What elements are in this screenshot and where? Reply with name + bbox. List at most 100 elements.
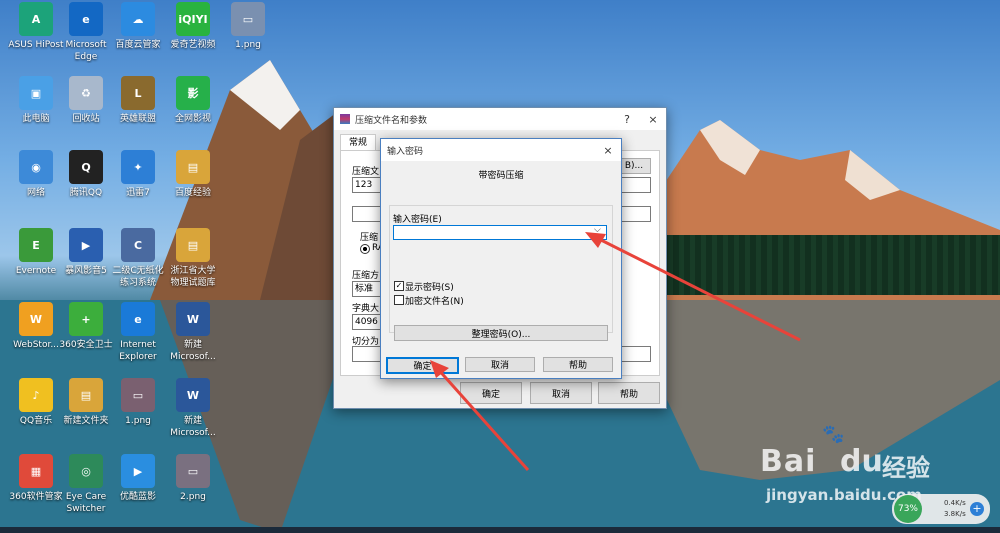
desktop-icon[interactable]: ▦ 360软件管家 (8, 454, 64, 503)
desktop-icon[interactable]: ▤ 新建文件夹 (58, 378, 114, 427)
app-icon: ▣ (19, 76, 53, 110)
encrypt-names-checkbox[interactable] (394, 295, 404, 305)
desktop-icon-label: 2.png (180, 492, 206, 502)
desktop-icon[interactable]: ◉ 网络 (8, 150, 64, 199)
desktop-icon-label: 腾讯QQ (69, 188, 103, 198)
app-icon: ▤ (69, 378, 103, 412)
watermark-brand2: du (840, 444, 883, 479)
close-icon[interactable]: × (595, 144, 621, 157)
desktop-icon-label: 此电脑 (22, 114, 50, 124)
desktop-icon[interactable]: ◎ Eye Care Switcher (58, 454, 114, 515)
desktop-icon-label: 优酷蓝影 (119, 492, 156, 502)
password-dialog-title: 输入密码 (387, 146, 424, 157)
desktop-icon[interactable]: W 新建 Microsof... (165, 302, 221, 363)
archive-ok-button[interactable]: 确定 (460, 382, 522, 404)
desktop-icon-label: 网络 (26, 188, 45, 198)
help-icon[interactable]: ? (614, 113, 640, 126)
app-icon: ▤ (176, 150, 210, 184)
password-dialog-titlebar[interactable]: 输入密码 × (381, 139, 621, 161)
app-icon: ▦ (19, 454, 53, 488)
password-input[interactable] (393, 225, 607, 240)
archive-help-button[interactable]: 帮助 (598, 382, 660, 404)
app-icon: ☁ (121, 2, 155, 36)
desktop-icon-label: Microsoft (65, 40, 107, 50)
desktop-icon-label: Internet (120, 340, 156, 350)
desktop-icon-label: 爱奇艺视频 (170, 40, 216, 50)
password-ok-button[interactable]: 确定 (386, 357, 459, 374)
desktop-icon-label: 1.png (235, 40, 261, 50)
desktop-icon-label-line2: Switcher (66, 504, 106, 514)
plus-icon[interactable]: + (970, 502, 984, 516)
tab-general[interactable]: 常规 (340, 134, 376, 151)
app-icon: ✦ (121, 150, 155, 184)
forest-strip (640, 235, 1000, 295)
chevron-down-icon[interactable]: ⌵ (594, 225, 601, 235)
desktop-icon[interactable]: A ASUS HiPost (8, 2, 64, 51)
desktop-icon-label-line2: Explorer (119, 352, 157, 362)
app-icon: e (69, 2, 103, 36)
desktop-icon[interactable]: +360安全卫士 (58, 302, 114, 351)
desktop-icon[interactable]: ▭ 1.png (220, 2, 276, 51)
app-icon: ▤ (176, 228, 210, 262)
app-icon: ▭ (176, 454, 210, 488)
method-label: 压缩方 (352, 271, 380, 281)
desktop-icon[interactable]: iQIYI 爱奇艺视频 (165, 2, 221, 51)
password-cancel-button[interactable]: 取消 (465, 357, 535, 372)
app-icon: iQIYI (176, 2, 210, 36)
archive-params-title: 压缩文件名和参数 (355, 115, 428, 126)
app-icon: ▶ (121, 454, 155, 488)
desktop-icon[interactable]: e Microsoft Edge (58, 2, 114, 63)
desktop-icon[interactable]: 影全网影视 (165, 76, 221, 125)
desktop-icon[interactable]: ♪ QQ音乐 (8, 378, 64, 427)
desktop-icon[interactable]: ▭ 2.png (165, 454, 221, 503)
desktop-icon[interactable]: ▤ 百度经验 (165, 150, 221, 199)
close-icon[interactable]: × (640, 113, 666, 126)
desktop-icon[interactable]: ☁ 百度云管家 (110, 2, 166, 51)
archive-name-label: 压缩文 (352, 167, 380, 177)
desktop-icon[interactable]: ▣ 此电脑 (8, 76, 64, 125)
desktop-icon[interactable]: ▶ 暴风影音5 (58, 228, 114, 277)
password-help-button[interactable]: 帮助 (543, 357, 613, 372)
desktop-icon-label: QQ音乐 (19, 416, 53, 426)
browse-button[interactable]: B)... (617, 158, 651, 174)
desktop-icon[interactable]: ▶ 优酷蓝影 (110, 454, 166, 503)
cpu-percent: 73% (894, 495, 922, 523)
desktop-icon[interactable]: ✦ 迅雷7 (110, 150, 166, 199)
desktop-icon[interactable]: e Internet Explorer (110, 302, 166, 363)
app-icon: W (176, 378, 210, 412)
show-password-checkbox[interactable]: ✓ (394, 281, 404, 291)
desktop-icon-label: 百度经验 (174, 188, 211, 198)
format-radio[interactable] (360, 244, 370, 254)
password-heading: 带密码压缩 (478, 171, 524, 181)
desktop-icon-label: 二级C无纸化 (112, 266, 164, 276)
network-widget[interactable]: 73% 0.4K/s 3.8K/s + (892, 494, 990, 524)
desktop-icon-label: 新建文件夹 (63, 416, 109, 426)
archive-params-titlebar[interactable]: 压缩文件名和参数 ? × (334, 108, 666, 130)
desktop-icon[interactable]: ▭ 1.png (110, 378, 166, 427)
app-icon: ♻ (69, 76, 103, 110)
desktop-icon[interactable]: ▤ 浙江省大学 物理试题库 (165, 228, 221, 289)
desktop-icon[interactable]: C 二级C无纸化 练习系统 (110, 228, 166, 289)
app-icon: W (19, 302, 53, 336)
app-icon: W (176, 302, 210, 336)
desktop-icon[interactable]: W 新建 Microsof... (165, 378, 221, 439)
desktop-icon-label: 迅雷7 (126, 188, 150, 198)
desktop-icon[interactable]: Q 腾讯QQ (58, 150, 114, 199)
desktop-icon[interactable]: ♻ 回收站 (58, 76, 114, 125)
desktop-icon-label-line2: Edge (74, 52, 98, 62)
desktop-icon-label: 浙江省大学 (170, 266, 216, 276)
winrar-icon (340, 114, 350, 124)
desktop-icon[interactable]: L 英雄联盟 (110, 76, 166, 125)
dict-label: 字典大 (352, 304, 380, 314)
upload-speed: 0.4K/s (944, 499, 966, 507)
desktop-icon-label: 全网影视 (174, 114, 211, 124)
organize-passwords-button[interactable]: 整理密码(O)... (394, 325, 608, 341)
app-icon: ◉ (19, 150, 53, 184)
desktop-icon[interactable]: W WebStor... (8, 302, 64, 351)
desktop-icon-label: 英雄联盟 (119, 114, 156, 124)
desktop-icon-label-line2: Microsof... (170, 428, 216, 438)
taskbar (0, 527, 1000, 533)
desktop-icon[interactable]: E Evernote (8, 228, 64, 277)
archive-cancel-button[interactable]: 取消 (530, 382, 592, 404)
app-icon: ▭ (121, 378, 155, 412)
